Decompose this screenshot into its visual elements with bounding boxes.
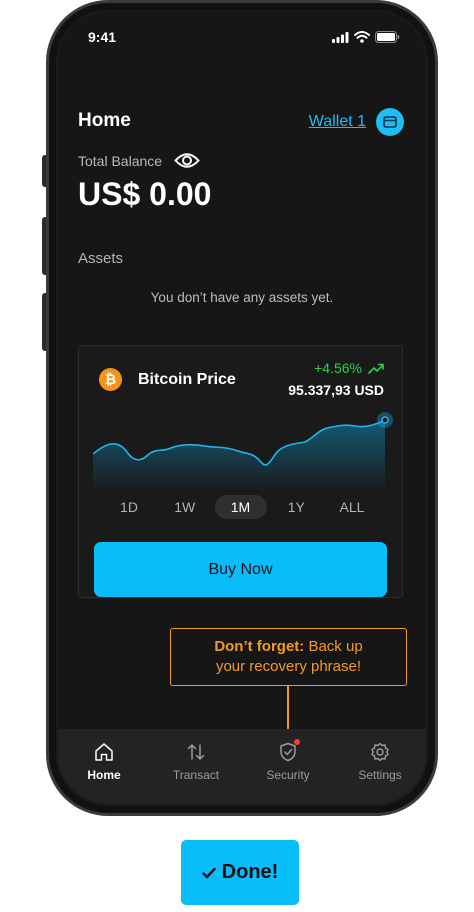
tab-transact-label: Transact xyxy=(172,768,220,782)
tooltip-text-2: your recovery phrase! xyxy=(215,658,362,675)
home-icon xyxy=(93,741,115,763)
total-balance-value: US$ 0.00 xyxy=(78,176,212,212)
wifi-icon xyxy=(354,31,370,43)
eye-icon[interactable] xyxy=(174,152,200,169)
period-1d[interactable]: 1D xyxy=(103,495,155,519)
tooltip-bold: Don’t forget: xyxy=(214,638,305,655)
bitcoin-price-value: 95.337,93 USD xyxy=(288,382,384,398)
gear-icon xyxy=(369,741,391,763)
wallet-link[interactable]: Wallet 1 xyxy=(309,113,366,131)
price-chart xyxy=(93,412,393,492)
assets-heading: Assets xyxy=(78,250,124,267)
period-all[interactable]: ALL xyxy=(326,495,378,519)
phone-screen: 9:41 Home Wallet 1 Total Balance US$ 0.0… xyxy=(58,12,426,804)
battery-icon xyxy=(375,31,400,43)
tab-home[interactable]: Home xyxy=(58,729,150,804)
tooltip-text-1: Back up xyxy=(304,638,363,655)
price-chart-end-point xyxy=(381,416,389,424)
bottom-tab-bar: Home Transact Security Settings xyxy=(58,729,426,804)
done-button[interactable]: Done! xyxy=(181,840,299,905)
buy-now-button[interactable]: Buy Now xyxy=(94,542,387,597)
period-selector: 1D 1W 1M 1Y ALL xyxy=(93,494,388,520)
total-balance-label: Total Balance xyxy=(78,152,163,169)
tab-home-label: Home xyxy=(87,768,121,782)
bitcoin-price-card: ₿ Bitcoin Price +4.56% 95.337,93 USD 1D xyxy=(78,345,403,598)
assets-empty-message: You don’t have any assets yet. xyxy=(150,290,334,305)
bitcoin-icon: ₿ xyxy=(99,368,122,391)
page-title: Home xyxy=(78,110,131,131)
price-change: +4.56% xyxy=(314,360,384,376)
wallet-selector[interactable]: Wallet 1 xyxy=(309,108,404,136)
tab-settings[interactable]: Settings xyxy=(334,729,426,804)
price-chart-area xyxy=(93,420,385,492)
shield-check-icon xyxy=(277,739,300,763)
transfer-arrows-icon xyxy=(185,741,207,763)
status-icons xyxy=(332,31,400,43)
tab-transact[interactable]: Transact xyxy=(150,729,242,804)
trend-up-icon xyxy=(368,363,384,374)
card-title: Bitcoin Price xyxy=(138,371,236,388)
checkmark-icon xyxy=(201,867,216,878)
tooltip-connector xyxy=(287,686,289,730)
period-1y[interactable]: 1Y xyxy=(270,495,322,519)
backup-reminder-tooltip: Don’t forget: Back up your recovery phra… xyxy=(170,628,407,686)
tab-security-label: Security xyxy=(266,768,310,782)
signal-icon xyxy=(332,31,349,43)
status-bar: 9:41 xyxy=(88,28,400,46)
status-time: 9:41 xyxy=(88,29,117,45)
tab-settings-label: Settings xyxy=(358,768,402,782)
notification-dot xyxy=(294,739,300,745)
period-1w[interactable]: 1W xyxy=(159,495,211,519)
total-balance-label-row: Total Balance xyxy=(78,152,200,169)
wallet-icon[interactable] xyxy=(376,108,404,136)
period-1m[interactable]: 1M xyxy=(214,495,267,519)
tab-security[interactable]: Security xyxy=(242,729,334,804)
price-change-value: +4.56% xyxy=(314,360,362,376)
done-button-label: Done! xyxy=(221,861,279,883)
